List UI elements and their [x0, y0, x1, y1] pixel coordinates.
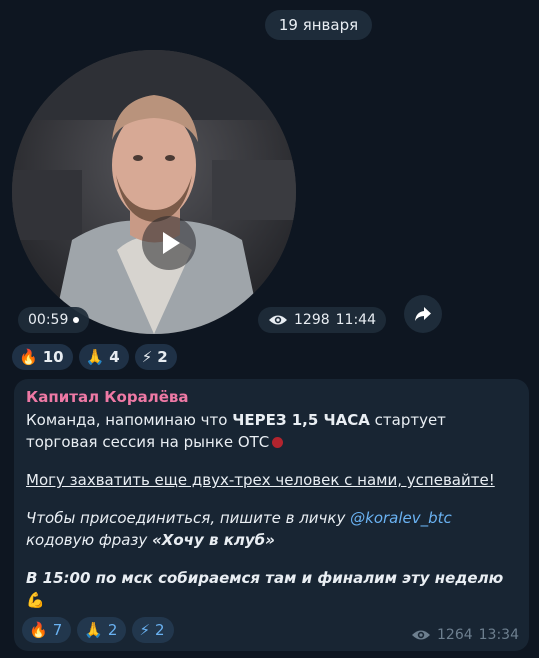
video-meta: 1298 11:44: [258, 307, 386, 333]
message-reactions: 🔥 7 🙏 2 ⚡ 2: [22, 617, 174, 643]
reaction-lightning[interactable]: ⚡ 2: [132, 617, 174, 643]
play-icon[interactable]: [142, 216, 196, 270]
reaction-praying-hands[interactable]: 🙏 2: [77, 617, 127, 643]
code-phrase: «Хочу в клуб»: [152, 531, 275, 549]
video-duration: 00:59: [28, 312, 69, 328]
forward-icon: [415, 307, 431, 321]
reaction-fire[interactable]: 🔥 7: [22, 617, 72, 643]
video-message[interactable]: [12, 50, 296, 334]
message-bubble[interactable]: Капитал Коралёва Команда, напоминаю что …: [14, 379, 529, 651]
sender-name[interactable]: Капитал Коралёва: [26, 387, 517, 407]
video-thumbnail: [12, 50, 296, 334]
lightning-icon: ⚡: [139, 620, 151, 639]
message-text: Команда, напоминаю что ЧЕРЕЗ 1,5 ЧАСА ст…: [26, 409, 517, 611]
reaction-count: 2: [107, 621, 118, 639]
eye-icon: [412, 630, 430, 640]
text-span: В 15:00 по мск собираемся там и финалим …: [26, 569, 504, 587]
video-reactions: 🔥 10 🙏 4 ⚡ 2: [12, 344, 177, 370]
text-span: Чтобы присоединиться, пишите в личку: [26, 509, 351, 527]
mention-link[interactable]: @koralev_btc: [350, 509, 452, 527]
praying-hands-icon: 🙏: [84, 620, 103, 639]
schedule-text: В 15:00 по мск собираемся там и финалим …: [26, 567, 517, 611]
reaction-count: 2: [157, 348, 168, 366]
video-time: 11:44: [335, 312, 376, 328]
date-separator: 19 января: [265, 10, 372, 40]
praying-hands-icon: 🙏: [85, 347, 105, 366]
video-duration-badge: 00:59: [18, 307, 90, 333]
red-circle-icon: [272, 437, 284, 448]
forward-button[interactable]: [404, 295, 442, 333]
bold-text: ЧЕРЕЗ 1,5 ЧАСА: [232, 411, 370, 429]
unwatched-dot-icon: [73, 317, 80, 323]
flexed-biceps-icon: 💪: [26, 591, 45, 609]
message-time: 13:34: [478, 627, 519, 643]
fire-icon: 🔥: [19, 347, 38, 366]
text-span: Команда, напоминаю что: [26, 411, 233, 429]
instruction-text: Чтобы присоединиться, пишите в личку @ko…: [26, 507, 517, 551]
reaction-count: 7: [52, 621, 63, 639]
video-views: 1298: [294, 312, 330, 328]
reaction-praying-hands[interactable]: 🙏 4: [78, 344, 129, 370]
message-meta: 1264 13:34: [411, 627, 519, 643]
reaction-count: 4: [109, 348, 120, 366]
reaction-count: 10: [42, 348, 64, 366]
lightning-icon: ⚡: [141, 347, 153, 366]
eye-icon: [269, 315, 287, 325]
fire-icon: 🔥: [29, 620, 48, 639]
reaction-fire[interactable]: 🔥 10: [12, 344, 73, 370]
reaction-count: 2: [155, 621, 165, 639]
reaction-lightning[interactable]: ⚡ 2: [134, 344, 177, 370]
text-span: кодовую фразу: [26, 531, 153, 549]
message-views: 1264: [437, 627, 473, 643]
underlined-text: Могу захватить еще двух-трех человек с н…: [26, 471, 495, 489]
